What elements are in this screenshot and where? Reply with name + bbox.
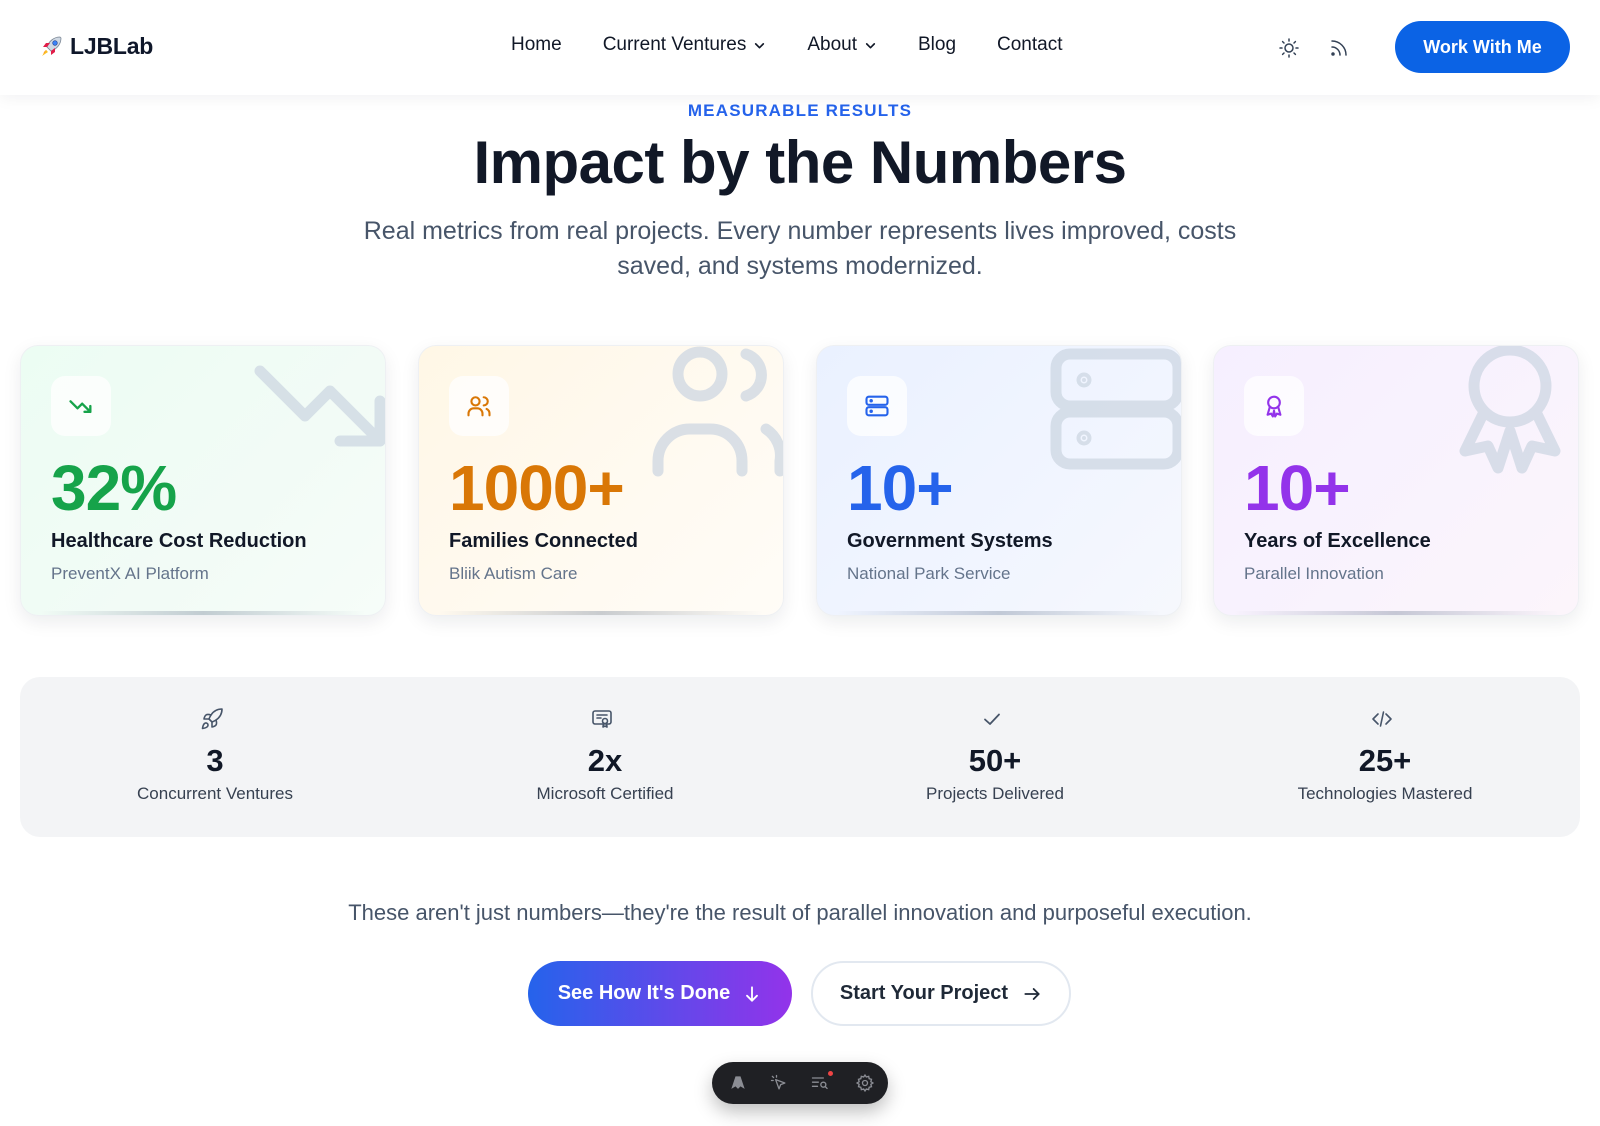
stat-label: Technologies Mastered [1297,784,1473,803]
card-accent-line [439,611,763,615]
card-icon-box [847,376,907,436]
arrow-down-icon [746,985,759,1002]
card-accent-line [41,611,365,615]
award-icon [1459,346,1561,474]
trending-down-icon [69,400,92,413]
check-icon [984,713,1000,725]
code-icon [1372,711,1392,727]
card-label: Government Systems [847,530,1053,552]
award-icon [1266,395,1282,418]
stat-label: Microsoft Certified [536,784,674,803]
see-how-its-done-button[interactable]: See How It's Done [528,961,792,1026]
card-icon-box [51,376,111,436]
nav-about[interactable]: About [807,34,877,56]
nav-contact-label: Contact [997,34,1063,55]
nav-current-ventures[interactable]: Current Ventures [603,34,767,56]
stat-technologies: 25+ Technologies Mastered [1190,677,1580,837]
card-source: National Park Service [847,564,1011,583]
stat-label: Concurrent Ventures [137,784,293,803]
metric-card-healthcare: 32% Healthcare Cost Reduction PreventX A… [20,345,386,616]
settings-button[interactable] [855,1072,875,1094]
nav-blog-label: Blog [917,34,957,55]
inspect-icon [770,1074,786,1090]
notification-dot [828,1071,833,1076]
nav-current-ventures-label: Current Ventures [602,34,747,55]
card-icon-box [1244,376,1304,436]
arrow-right-icon [1024,987,1040,1000]
start-your-project-label: Start Your Project [839,982,1009,1004]
dev-toolbar [712,1062,888,1104]
nav-contact[interactable]: Contact [997,34,1062,56]
chevron-down-icon [865,42,876,48]
stat-label: Projects Delivered [926,784,1064,803]
start-your-project-button[interactable]: Start Your Project [811,961,1071,1026]
server-icon [1050,348,1181,470]
users-icon [467,396,491,417]
stat-projects: 50+ Projects Delivered [800,677,1190,837]
work-with-me-button[interactable]: Work With Me [1395,21,1570,73]
stat-value: 50+ [968,743,1022,778]
stat-certified: 2x Microsoft Certified [410,677,800,837]
server-icon [865,395,889,417]
rss-button[interactable] [1325,34,1353,62]
chevron-down-icon [755,42,765,48]
card-label: Healthcare Cost Reduction [51,530,307,552]
nav-blog[interactable]: Blog [918,34,956,56]
card-accent-line [837,611,1161,615]
logo-text: LJBLab [70,32,154,59]
rocket-logo-icon [42,36,62,56]
card-icon-box [449,376,509,436]
rocket-icon [201,708,223,730]
audit-icon [811,1077,828,1090]
card-source: PreventX AI Platform [51,564,209,583]
astro-menu-button[interactable] [728,1072,748,1094]
nav-home-label: Home [511,34,562,55]
see-how-its-done-label: See How It's Done [557,982,731,1004]
main-nav: Home Current Ventures About Blog Contact [511,34,1063,56]
card-value: 32% [51,452,177,524]
section-eyebrow: MEASURABLE RESULTS [687,101,913,120]
card-label: Families Connected [449,530,638,552]
rss-icon [1331,40,1347,56]
sun-icon [1279,38,1299,58]
metric-card-government: 10+ Government Systems National Park Ser… [816,345,1182,616]
nav-home[interactable]: Home [511,34,562,56]
card-value: 10+ [847,452,954,524]
card-source: Bliik Autism Care [449,564,578,583]
stat-value: 2x [587,743,623,778]
metric-card-families: 1000+ Families Connected Bliik Autism Ca… [418,345,784,616]
section-subtitle: Real metrics from real projects. Every n… [363,217,1237,280]
nav-about-label: About [807,34,857,55]
stat-ventures: 3 Concurrent Ventures [20,677,410,837]
site-header: LJBLab Home Current Ventures About Blog … [0,0,1600,95]
tagline: These aren't just numbers—they're the re… [348,900,1252,925]
card-value: 10+ [1244,452,1351,524]
section-title: Impact by the Numbers [473,129,1128,196]
astro-icon [731,1076,745,1089]
settings-icon [855,1073,875,1093]
card-value: 1000+ [449,452,625,524]
inspect-button[interactable] [769,1072,789,1094]
certificate-icon [592,710,612,728]
logo[interactable]: LJBLab [38,32,153,60]
theme-toggle-button[interactable] [1275,34,1303,62]
card-accent-line [1234,611,1558,615]
stats-strip: 3 Concurrent Ventures 2x Microsoft Certi… [20,677,1580,837]
trending-down-icon [254,365,385,447]
users-icon [652,346,783,477]
audit-button[interactable] [810,1071,833,1094]
card-source: Parallel Innovation [1244,564,1384,583]
metric-card-years: 10+ Years of Excellence Parallel Innovat… [1213,345,1579,616]
stat-value: 3 [206,743,224,778]
card-label: Years of Excellence [1244,530,1431,552]
stat-value: 25+ [1358,743,1412,778]
